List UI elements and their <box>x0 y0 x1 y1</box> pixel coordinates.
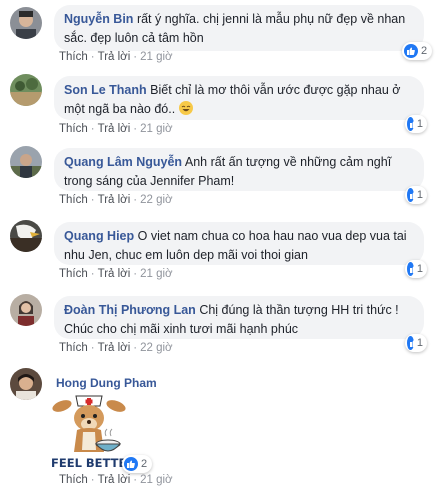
comment-bubble: Đoàn Thị Phương Lan Chị đúng là thần tượ… <box>54 296 424 339</box>
reaction-count: 2 <box>421 45 428 57</box>
comment-bubble: Quang Lâm Nguyễn Anh rất ấn tượng về nhữ… <box>54 148 424 191</box>
comment-author[interactable]: Nguyễn Bin <box>64 12 133 26</box>
comment-actions: Thích · Trả lời · 21 giờ <box>59 123 173 135</box>
comment-actions: Thích · Trả lời · 21 giờ <box>59 268 173 280</box>
comment-actions: Thích · Trả lời · 22 giờ <box>59 194 173 206</box>
reaction-counter[interactable]: 1 <box>405 186 427 204</box>
comment-actions: Thích · Trả lời · 21 giờ <box>59 51 173 63</box>
timestamp[interactable]: 21 giờ <box>140 123 172 135</box>
avatar[interactable] <box>10 146 42 178</box>
timestamp[interactable]: 21 giờ <box>140 474 172 486</box>
comment-actions: Thích · Trả lời · 22 giờ <box>59 342 173 354</box>
timestamp[interactable]: 22 giờ <box>140 342 172 354</box>
laughing-emoji-icon <box>178 101 193 115</box>
reply-link[interactable]: Trả lời <box>98 342 131 354</box>
avatar-image <box>10 74 42 106</box>
like-link[interactable]: Thích <box>59 268 88 280</box>
reply-link[interactable]: Trả lời <box>98 474 131 486</box>
comment-author[interactable]: Son Le Thanh <box>64 83 147 97</box>
avatar[interactable] <box>10 220 42 252</box>
comment-bubble: Son Le Thanh Biết chỉ là mơ thôi vẫn ước… <box>54 76 424 120</box>
comment-author[interactable]: Hong Dung Pham <box>56 376 157 390</box>
avatar-image <box>10 294 42 326</box>
timestamp[interactable]: 21 giờ <box>140 51 172 63</box>
avatar-image <box>10 368 42 400</box>
avatar-image <box>10 220 42 252</box>
like-icon <box>407 188 418 202</box>
avatar[interactable] <box>10 74 42 106</box>
avatar[interactable] <box>10 368 42 400</box>
sticker-caption: FEEL BETTER <box>51 456 132 470</box>
comment-author[interactable]: Quang Hiep <box>64 229 134 243</box>
like-link[interactable]: Thích <box>59 51 88 63</box>
comment-bubble: Nguyễn Bin rất ý nghĩa. chị jenni là mẫu… <box>54 5 424 51</box>
like-icon <box>407 117 418 131</box>
reply-link[interactable]: Trả lời <box>98 194 131 206</box>
timestamp[interactable]: 21 giờ <box>140 268 172 280</box>
reply-link[interactable]: Trả lời <box>98 51 131 63</box>
avatar[interactable] <box>10 294 42 326</box>
timestamp[interactable]: 22 giờ <box>140 194 172 206</box>
reaction-counter[interactable]: 1 <box>405 334 427 352</box>
like-link[interactable]: Thích <box>59 123 88 135</box>
like-link[interactable]: Thích <box>59 474 88 486</box>
like-icon <box>404 44 418 58</box>
reply-link[interactable]: Trả lời <box>98 123 131 135</box>
deer-nurse-sticker-image: FEEL BETTER <box>51 395 135 470</box>
comment-bubble: Quang Hiep O viet nam chua co hoa hau na… <box>54 222 424 265</box>
like-icon <box>124 457 138 471</box>
comment-actions: Thích · Trả lời · 21 giờ <box>59 474 173 486</box>
avatar-image <box>10 146 42 178</box>
reaction-counter[interactable]: 2 <box>122 455 152 473</box>
avatar[interactable] <box>10 7 42 39</box>
like-link[interactable]: Thích <box>59 342 88 354</box>
reaction-counter[interactable]: 1 <box>405 115 427 133</box>
avatar-image <box>10 7 42 39</box>
comment-author[interactable]: Quang Lâm Nguyễn <box>64 155 182 169</box>
comment-author[interactable]: Đoàn Thị Phương Lan <box>64 303 196 317</box>
like-icon <box>407 262 418 276</box>
like-link[interactable]: Thích <box>59 194 88 206</box>
reaction-count: 2 <box>141 458 148 470</box>
reply-link[interactable]: Trả lời <box>98 268 131 280</box>
reaction-counter[interactable]: 2 <box>402 42 432 60</box>
like-icon <box>407 336 418 350</box>
reaction-counter[interactable]: 1 <box>405 260 427 278</box>
feel-better-sticker[interactable]: FEEL BETTER <box>50 392 135 474</box>
